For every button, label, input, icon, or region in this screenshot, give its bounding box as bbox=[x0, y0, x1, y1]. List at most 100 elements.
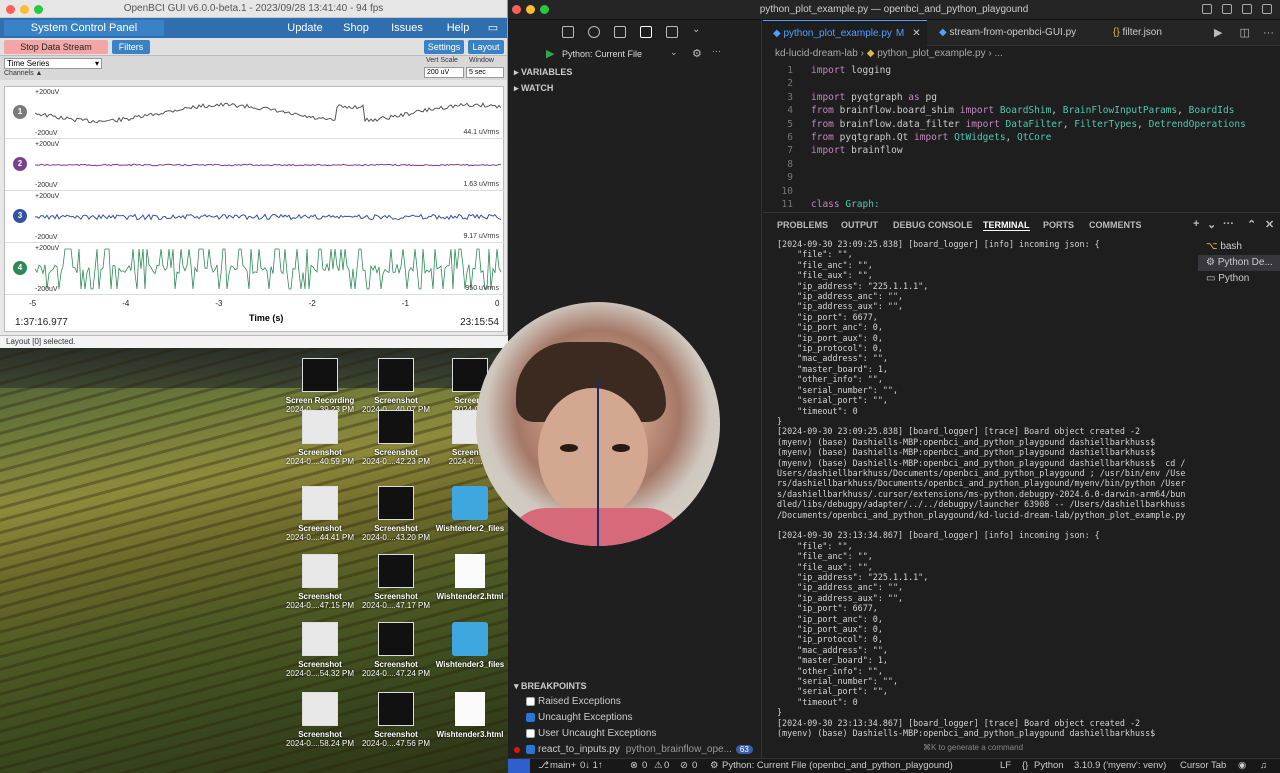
start-debugging-icon[interactable]: ▶ bbox=[546, 47, 554, 60]
issues-button[interactable]: Issues bbox=[380, 18, 434, 38]
code-line[interactable]: from brainflow.data_filter import DataFi… bbox=[811, 118, 1246, 131]
remote-icon[interactable] bbox=[508, 759, 530, 773]
chevron-up-icon[interactable]: ⌃ bbox=[1247, 218, 1256, 231]
window-select[interactable]: 5 sec bbox=[466, 67, 504, 78]
desktop-icon[interactable]: Wishtender2_files bbox=[434, 486, 506, 533]
maximize-window-icon[interactable] bbox=[34, 5, 43, 14]
split-editor-icon[interactable]: ◫ bbox=[1240, 27, 1250, 39]
ellipsis-icon[interactable]: ··· bbox=[1223, 218, 1234, 230]
language-status[interactable]: Python bbox=[1034, 759, 1064, 773]
plus-icon[interactable]: + bbox=[1193, 218, 1199, 230]
desktop-icon[interactable]: Wishtender3_files bbox=[434, 622, 506, 669]
desktop-icon[interactable]: Screen Recording2024-0....39.23 PM bbox=[284, 358, 356, 414]
editor-tab[interactable]: ◆ stream-from-openbci-GUI.py bbox=[929, 20, 1101, 46]
desktop-icon[interactable]: Screenshot 2024-0....42.23 PM bbox=[360, 410, 432, 466]
code-line[interactable]: import pyqtgraph as pg bbox=[811, 91, 937, 104]
breakpoints-header[interactable]: ▾ BREAKPOINTS bbox=[508, 678, 762, 694]
desktop-icon[interactable]: Screenshot 2024-0....47.17 PM bbox=[360, 554, 432, 610]
editor-tab[interactable]: ◆ python_plot_example.py M ✕ bbox=[763, 20, 927, 46]
desktop-icon[interactable]: Screenshot 2024-0....47.24 PM bbox=[360, 622, 432, 678]
desktop-icon[interactable]: Screenshot 2024-0....54.32 PM bbox=[284, 622, 356, 678]
ports-count[interactable]: 0 bbox=[692, 759, 697, 773]
help-button[interactable]: Help bbox=[438, 18, 478, 38]
source-control-icon[interactable] bbox=[614, 26, 626, 38]
breakpoint-item[interactable]: User Uncaught Exceptions bbox=[508, 726, 762, 742]
fullscreen-icon[interactable]: ▭ bbox=[484, 18, 502, 38]
breadcrumb-symbol[interactable]: ... bbox=[995, 48, 1003, 59]
extensions-icon[interactable] bbox=[666, 26, 678, 38]
toggle-secondary-sidebar-icon[interactable] bbox=[1242, 4, 1252, 14]
desktop-icon[interactable]: Screenshot 2024-0....47.15 PM bbox=[284, 554, 356, 610]
system-control-panel-button[interactable]: System Control Panel bbox=[4, 20, 164, 36]
vert-scale-select[interactable]: 200 uV bbox=[424, 67, 464, 78]
desktop-icon[interactable]: Screenshot 2024-0....44.41 PM bbox=[284, 486, 356, 542]
variables-section[interactable]: ▸ VARIABLES bbox=[508, 64, 761, 80]
update-button[interactable]: Update bbox=[278, 18, 332, 38]
channel-number-button[interactable]: 2 bbox=[13, 157, 27, 171]
shop-button[interactable]: Shop bbox=[336, 18, 376, 38]
chevron-down-icon[interactable]: ⌄ bbox=[692, 24, 704, 36]
branch-status[interactable]: main+ bbox=[550, 759, 576, 773]
sync-status[interactable]: 0↓ 1↑ bbox=[580, 759, 603, 773]
gear-icon[interactable]: ⚙ bbox=[692, 47, 702, 60]
terminal-output[interactable]: [2024-09-30 23:09:25.838] [board_logger]… bbox=[777, 239, 1197, 739]
cursor-tab-status[interactable]: Cursor Tab bbox=[1180, 759, 1226, 773]
breakpoint-item[interactable]: Raised Exceptions bbox=[508, 694, 762, 710]
desktop-icon[interactable]: Wishtender2.html bbox=[434, 554, 506, 601]
panel-tab[interactable]: PORTS bbox=[1043, 220, 1074, 230]
desktop-icon[interactable]: Screenshot 2024-0....58.24 PM bbox=[284, 692, 356, 748]
chevron-down-icon[interactable]: ⌄ bbox=[670, 47, 678, 58]
code-line[interactable]: import logging bbox=[811, 64, 891, 77]
chevron-down-icon[interactable]: ⌄ bbox=[1207, 218, 1216, 231]
code-line[interactable]: from brainflow.board_shim import BoardSh… bbox=[811, 104, 1234, 117]
breakpoint-item[interactable]: Uncaught Exceptions bbox=[508, 710, 762, 726]
toggle-panel-icon[interactable] bbox=[1222, 4, 1232, 14]
close-window-icon[interactable] bbox=[6, 5, 15, 14]
editor-tab[interactable]: {} filter.json bbox=[1103, 20, 1183, 46]
run-debug-icon[interactable] bbox=[640, 26, 652, 38]
desktop-icon[interactable]: Screenshot 2024-0....43.20 PM bbox=[360, 486, 432, 542]
toggle-sidebar-icon[interactable] bbox=[1202, 4, 1212, 14]
close-icon[interactable]: ✕ bbox=[1265, 218, 1274, 231]
debug-status[interactable]: Python: Current File (openbci_and_python… bbox=[722, 759, 953, 773]
more-actions-icon[interactable]: ··· bbox=[1263, 27, 1274, 39]
stop-data-stream-button[interactable]: Stop Data Stream bbox=[4, 40, 108, 54]
breakpoint-checkbox[interactable] bbox=[526, 745, 535, 754]
breadcrumb-file[interactable]: python_plot_example.py bbox=[877, 48, 985, 59]
run-file-icon[interactable]: ▶ bbox=[1214, 27, 1222, 39]
breakpoint-item[interactable]: react_to_inputs.py python_brainflow_ope..… bbox=[508, 742, 762, 758]
panel-tab[interactable]: PROBLEMS bbox=[777, 220, 828, 230]
more-actions-icon[interactable]: ··· bbox=[712, 46, 721, 56]
breadcrumb-folder[interactable]: kd-lucid-dream-lab bbox=[775, 48, 858, 59]
watch-section[interactable]: ▸ WATCH bbox=[508, 80, 761, 96]
layout-button[interactable]: Layout bbox=[468, 40, 504, 54]
minimize-window-icon[interactable] bbox=[20, 5, 29, 14]
panel-tab[interactable]: TERMINAL bbox=[983, 220, 1030, 231]
channel-number-button[interactable]: 1 bbox=[13, 105, 27, 119]
panel-tab[interactable]: OUTPUT bbox=[841, 220, 878, 230]
desktop-icon[interactable]: Screenshot 2024-0....40.59 PM bbox=[284, 410, 356, 466]
channel-number-button[interactable]: 3 bbox=[13, 209, 27, 223]
code-line[interactable]: from pyqtgraph.Qt import QtWidgets, QtCo… bbox=[811, 131, 1051, 144]
code-lines[interactable]: 1 import logging 2 3 import pyqtgraph as pg 4… bbox=[763, 64, 1280, 211]
customize-layout-icon[interactable] bbox=[1262, 4, 1272, 14]
desktop-icon[interactable]: Screenshot2024-0....40.07 PM bbox=[360, 358, 432, 414]
notifications-icon[interactable]: ♫ bbox=[1260, 759, 1267, 773]
terminal-list-item[interactable]: ⚙ Python De... bbox=[1198, 255, 1280, 271]
desktop-icon[interactable]: Screenshot 2024-0....47.56 PM bbox=[360, 692, 432, 748]
settings-button[interactable]: Settings bbox=[424, 40, 464, 54]
panel-tab[interactable]: COMMENTS bbox=[1089, 220, 1142, 230]
breakpoint-checkbox[interactable] bbox=[526, 729, 535, 738]
breakpoint-checkbox[interactable] bbox=[526, 713, 535, 722]
channel-number-button[interactable]: 4 bbox=[13, 261, 27, 275]
channels-toggle[interactable]: Channels ▲ bbox=[4, 70, 42, 77]
interpreter-status[interactable]: 3.10.9 ('myenv': venv) bbox=[1074, 759, 1166, 773]
widget-select[interactable]: Time Series ▾ bbox=[4, 58, 102, 69]
run-config-select[interactable]: Python: Current File bbox=[562, 49, 642, 59]
warning-count[interactable]: 0 bbox=[664, 759, 669, 773]
filters-button[interactable]: Filters bbox=[112, 40, 150, 54]
code-line[interactable]: import brainflow bbox=[811, 144, 903, 157]
eol-status[interactable]: LF bbox=[1000, 759, 1011, 773]
explorer-icon[interactable] bbox=[562, 26, 574, 38]
close-icon[interactable]: ✕ bbox=[912, 28, 920, 39]
